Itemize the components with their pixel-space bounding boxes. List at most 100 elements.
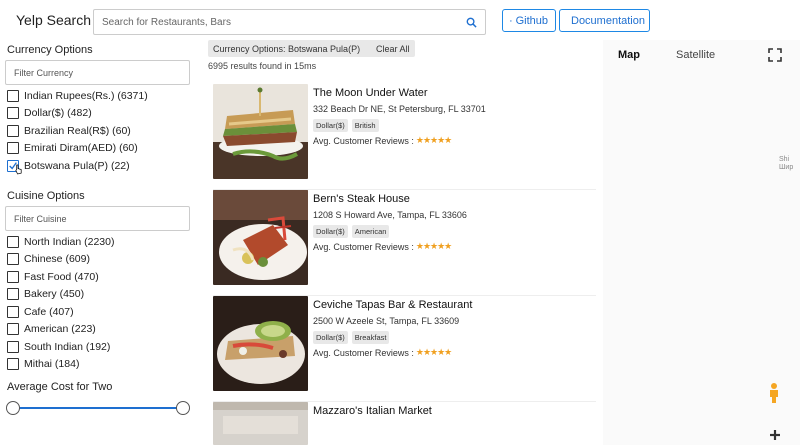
slider-handle-min[interactable] [6, 401, 20, 415]
cuisine-item[interactable]: Bakery (450) [7, 286, 114, 304]
checkbox-checked[interactable] [7, 159, 22, 175]
average-cost-title: Average Cost for Two [7, 381, 113, 393]
currency-item[interactable]: Brazilian Real(R$) (60) [7, 122, 148, 140]
search-box[interactable] [93, 9, 486, 35]
restaurant-name[interactable]: The Moon Under Water [313, 87, 428, 99]
tag-badge: American [351, 225, 390, 238]
map-place-label-line: Шир [779, 164, 794, 171]
tag-badge: Dollar($) [313, 119, 348, 132]
cuisine-item[interactable]: American (223) [7, 321, 114, 339]
cuisine-item[interactable]: Chinese (609) [7, 251, 114, 269]
slider-handle-max[interactable] [176, 401, 190, 415]
currency-item[interactable]: Emirati Diram(AED) (60) [7, 140, 148, 158]
star-rating-icon: ★★★★★ [415, 135, 452, 145]
restaurant-photo[interactable] [213, 296, 308, 391]
result-item[interactable]: Ceviche Tapas Bar & Restaurant 2500 W Az… [213, 296, 596, 402]
cuisine-list: North Indian (2230) Chinese (609) Fast F… [7, 233, 114, 373]
cuisine-options-title: Cuisine Options [7, 190, 85, 202]
active-filter-label: Currency Options: Botswana Pula(P) [213, 43, 361, 54]
review-label: Avg. Customer Reviews : [313, 347, 414, 358]
filter-currency-input[interactable] [5, 60, 190, 85]
pointer-cursor-icon [15, 164, 22, 175]
cuisine-item[interactable]: Fast Food (470) [7, 268, 114, 286]
checkbox[interactable] [7, 107, 19, 120]
results-count: 6995 results found in 15ms [208, 61, 317, 71]
star-rating-icon: ★★★★★ [415, 347, 452, 357]
cuisine-item-label: Cafe (407) [24, 305, 74, 318]
restaurant-name[interactable]: Ceviche Tapas Bar & Restaurant [313, 299, 472, 311]
checkbox[interactable] [7, 270, 19, 283]
restaurant-name[interactable]: Mazzaro's Italian Market [313, 405, 432, 417]
currency-item-label: Dollar($) (482) [24, 107, 92, 120]
cost-range-slider[interactable] [6, 400, 190, 416]
currency-item[interactable]: Dollar($) (482) [7, 105, 148, 123]
clear-all-button[interactable]: Clear All [371, 40, 415, 57]
cuisine-item-label: Mithai (184) [24, 358, 80, 371]
currency-item-label: Brazilian Real(R$) (60) [24, 124, 131, 137]
map-place-label: Shi Шир [779, 156, 793, 172]
checkbox[interactable] [7, 253, 19, 266]
restaurant-name[interactable]: Bern's Steak House [313, 193, 410, 205]
cuisine-item-label: American (223) [24, 323, 96, 336]
result-item[interactable]: Bern's Steak House 1208 S Howard Ave, Ta… [213, 190, 596, 296]
street-view-pegman-icon[interactable] [766, 382, 782, 404]
checkbox[interactable] [7, 142, 19, 155]
cuisine-item-label: South Indian (192) [24, 340, 111, 353]
clear-all-label: Clear All [376, 43, 410, 54]
checkbox[interactable] [7, 340, 19, 353]
cuisine-item[interactable]: South Indian (192) [7, 338, 114, 356]
star-rating-icon: ★★★★★ [415, 241, 452, 251]
search-input[interactable] [94, 10, 454, 34]
tab-satellite[interactable]: Satellite [668, 44, 723, 66]
currency-item-label: Emirati Diram(AED) (60) [24, 142, 138, 155]
map-place-label-line: Shi [779, 156, 790, 163]
restaurant-photo[interactable] [213, 190, 308, 285]
review-label: Avg. Customer Reviews : [313, 135, 414, 146]
checkbox[interactable] [7, 89, 19, 102]
brand-title[interactable]: Yelp Search [16, 12, 91, 28]
tag-list: Dollar($) Breakfast [313, 331, 390, 344]
restaurant-address: 1208 S Howard Ave, Tampa, FL 33606 [313, 210, 467, 220]
checkbox[interactable] [7, 235, 19, 248]
map-type-tabs: Map Satellite [610, 44, 723, 66]
documentation-label: Documentation [571, 14, 645, 27]
tag-badge: Dollar($) [313, 225, 348, 238]
currency-item[interactable]: Indian Rupees(Rs.) (6371) [7, 87, 148, 105]
github-button[interactable]: Github [502, 9, 556, 32]
currency-item-label: Indian Rupees(Rs.) (6371) [24, 89, 148, 102]
checkbox[interactable] [7, 124, 19, 137]
restaurant-photo[interactable] [213, 84, 308, 179]
active-filter-chip[interactable]: Currency Options: Botswana Pula(P) ✕ [208, 40, 384, 57]
currency-item-checked[interactable]: Botswana Pula(P) (22) [7, 157, 148, 175]
result-item[interactable]: Mazzaro's Italian Market [213, 402, 596, 445]
checkbox[interactable] [7, 358, 19, 371]
cuisine-item-label: Chinese (609) [24, 253, 90, 266]
search-icon[interactable] [466, 17, 477, 28]
restaurant-address: 2500 W Azeele St, Tampa, FL 33609 [313, 316, 460, 326]
github-icon [510, 19, 512, 22]
checkbox[interactable] [7, 288, 19, 301]
filter-cuisine-input[interactable] [5, 206, 190, 231]
cuisine-item[interactable]: Mithai (184) [7, 356, 114, 374]
checkbox[interactable] [7, 305, 19, 318]
fullscreen-icon[interactable] [768, 48, 782, 62]
review-row: Avg. Customer Reviews : ★★★★★ [313, 241, 452, 252]
cuisine-item-label: Bakery (450) [24, 288, 85, 301]
cuisine-item[interactable]: Cafe (407) [7, 303, 114, 321]
zoom-in-icon[interactable] [768, 428, 782, 442]
tab-map[interactable]: Map [610, 44, 648, 66]
tag-list: Dollar($) British [313, 119, 379, 132]
checkbox[interactable] [7, 323, 19, 336]
documentation-button[interactable]: Documentation [559, 9, 650, 32]
currency-list: Indian Rupees(Rs.) (6371) Dollar($) (482… [7, 87, 148, 175]
cuisine-item[interactable]: North Indian (2230) [7, 233, 114, 251]
cuisine-item-label: Fast Food (470) [24, 270, 99, 283]
restaurant-photo[interactable] [213, 402, 308, 445]
result-item[interactable]: The Moon Under Water 332 Beach Dr NE, St… [213, 84, 596, 190]
tag-badge: Dollar($) [313, 331, 348, 344]
tag-list: Dollar($) American [313, 225, 390, 238]
github-label: Github [515, 14, 548, 27]
restaurant-address: 332 Beach Dr NE, St Petersburg, FL 33701 [313, 104, 486, 114]
tag-badge: British [351, 119, 379, 132]
review-row: Avg. Customer Reviews : ★★★★★ [313, 135, 452, 146]
